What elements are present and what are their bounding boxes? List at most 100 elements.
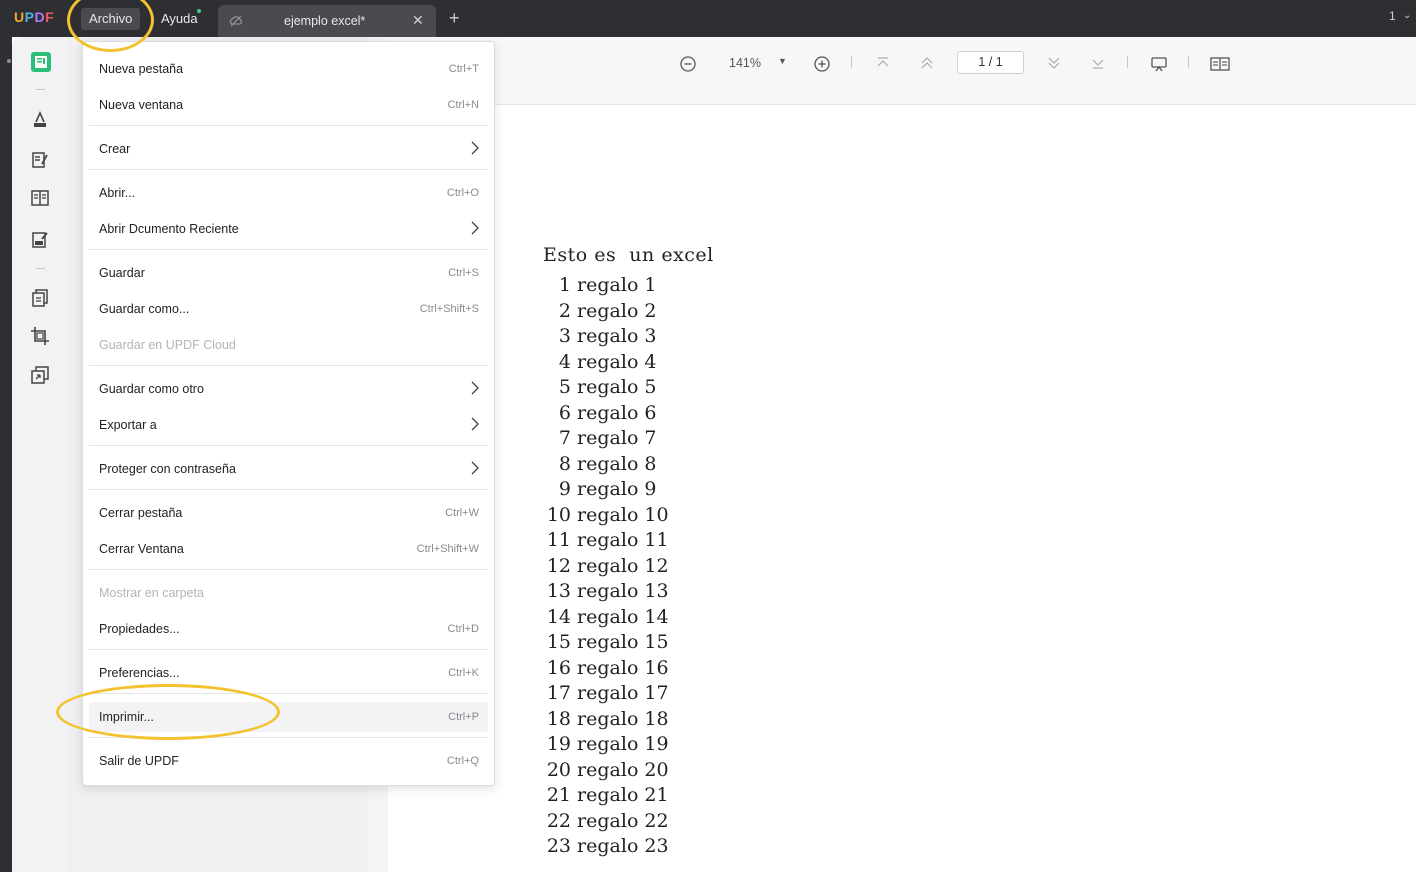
menu-item-abrir-dcumento-reciente[interactable]: Abrir Dcumento Reciente <box>89 214 488 244</box>
row-number: 16 <box>546 656 571 679</box>
chevron-down-icon[interactable]: ⌄ <box>1403 10 1411 21</box>
menu-item-nueva-ventana[interactable]: Nueva ventana Ctrl+N <box>89 90 488 120</box>
crop-icon[interactable] <box>30 326 50 346</box>
reader-icon[interactable] <box>30 51 51 72</box>
row-number: 23 <box>546 835 571 857</box>
menu-item-label: Guardar como otro <box>99 382 204 396</box>
row-text: regalo 9 <box>577 478 657 500</box>
next-page-icon[interactable] <box>1046 55 1062 74</box>
row-number: 11 <box>546 529 571 551</box>
menu-item-cerrar-ventana[interactable]: Cerrar Ventana Ctrl+Shift+W <box>89 534 488 564</box>
menu-separator <box>89 569 488 570</box>
comment-icon[interactable] <box>30 110 50 130</box>
cloud-off-icon <box>228 13 244 29</box>
menu-item-label: Guardar <box>99 266 145 280</box>
compress-icon[interactable] <box>30 365 50 385</box>
chevron-right-icon <box>470 220 480 236</box>
row-text: regalo 15 <box>577 631 669 653</box>
close-tab-icon[interactable]: ✕ <box>412 12 424 29</box>
menu-item-label: Abrir... <box>99 186 136 200</box>
page-number-field[interactable]: 1 / 1 <box>957 51 1024 74</box>
menu-item-proteger-con-contrasena[interactable]: Proteger con contraseña <box>89 454 488 484</box>
menu-item-shortcut: Ctrl+O <box>446 187 479 199</box>
row-number: 20 <box>546 758 571 781</box>
menu-item-label: Cerrar Ventana <box>99 542 184 556</box>
document-row: 22 regalo 22 <box>533 810 669 832</box>
row-text: regalo 18 <box>577 707 669 730</box>
organize-icon[interactable] <box>30 188 50 208</box>
menu-separator <box>89 445 488 446</box>
document-tab[interactable]: ejemplo excel* ✕ <box>218 5 436 37</box>
document-page: Esto es un excel 1 regalo 12 regalo 23 r… <box>388 106 1416 872</box>
title-bar: UPDF Archivo Ayuda ejemplo excel* ✕ + 1 … <box>0 0 1416 37</box>
presentation-icon[interactable] <box>1150 55 1168 76</box>
collapse-handle[interactable] <box>7 59 11 63</box>
row-number: 15 <box>546 631 571 653</box>
sidebar-divider <box>36 268 45 269</box>
zoom-dropdown-icon[interactable]: ▼ <box>778 56 787 66</box>
row-text: regalo 12 <box>577 554 669 577</box>
menu-item-propiedades[interactable]: Propiedades... Ctrl+D <box>89 614 488 644</box>
app-logo: UPDF <box>14 9 55 25</box>
menu-item-label: Guardar como... <box>99 302 190 316</box>
menu-item-shortcut: Ctrl+N <box>447 99 479 111</box>
row-text: regalo 16 <box>577 656 669 679</box>
row-number: 21 <box>546 784 571 806</box>
document-row: 4 regalo 4 <box>533 351 657 373</box>
document-row: 16 regalo 16 <box>533 657 669 679</box>
row-text: regalo 2 <box>577 299 657 322</box>
row-text: regalo 22 <box>577 809 669 832</box>
row-number: 7 <box>558 427 571 449</box>
row-text: regalo 7 <box>577 427 657 449</box>
form-icon[interactable] <box>30 230 50 250</box>
menu-separator <box>89 693 488 694</box>
first-page-icon[interactable] <box>875 55 891 74</box>
menu-item-shortcut: Ctrl+Q <box>446 755 479 767</box>
menu-item-abrir[interactable]: Abrir... Ctrl+O <box>89 178 488 208</box>
row-number: 8 <box>558 452 571 475</box>
menu-archivo[interactable]: Archivo <box>81 8 141 30</box>
zoom-level[interactable]: 141% <box>729 56 761 70</box>
document-row: 6 regalo 6 <box>533 402 657 424</box>
row-text: regalo 5 <box>577 376 657 398</box>
last-page-icon[interactable] <box>1090 55 1106 74</box>
edit-icon[interactable] <box>30 150 50 170</box>
new-tab-icon[interactable]: + <box>449 8 460 28</box>
zoom-in-icon[interactable] <box>813 55 831 76</box>
zoom-out-icon[interactable] <box>679 55 697 76</box>
menu-item-salir-de-updf[interactable]: Salir de UPDF Ctrl+Q <box>89 746 488 776</box>
page-layout-icon[interactable] <box>1210 55 1230 76</box>
tool-sidebar <box>12 37 68 872</box>
menu-item-label: Cerrar pestaña <box>99 506 183 520</box>
document-row: 23 regalo 23 <box>533 835 669 857</box>
menu-item-preferencias[interactable]: Preferencias... Ctrl+K <box>89 658 488 688</box>
menu-item-label: Crear <box>99 142 131 156</box>
row-text: regalo 10 <box>577 503 669 526</box>
menu-separator <box>89 249 488 250</box>
menu-item-exportar-a[interactable]: Exportar a <box>89 410 488 440</box>
document-row: 13 regalo 13 <box>533 580 669 602</box>
menu-item-guardar-como-otro[interactable]: Guardar como otro <box>89 374 488 404</box>
menu-item-label: Propiedades... <box>99 622 180 636</box>
chevron-right-icon <box>470 380 480 396</box>
menu-item-guardar-como[interactable]: Guardar como... Ctrl+Shift+S <box>89 294 488 324</box>
menu-item-shortcut: Ctrl+Shift+W <box>416 543 479 555</box>
menu-item-nueva-pestana[interactable]: Nueva pestaña Ctrl+T <box>89 54 488 84</box>
chevron-right-icon <box>470 460 480 476</box>
menu-item-crear[interactable]: Crear <box>89 134 488 164</box>
menu-item-shortcut: Ctrl+S <box>448 267 479 279</box>
row-text: regalo 21 <box>577 784 669 806</box>
sidebar-divider <box>36 89 45 90</box>
menu-item-cerrar-pestana[interactable]: Cerrar pestaña Ctrl+W <box>89 498 488 528</box>
menu-item-label: Mostrar en carpeta <box>99 586 204 600</box>
menu-item-guardar[interactable]: Guardar Ctrl+S <box>89 258 488 288</box>
document-row: 10 regalo 10 <box>533 504 669 526</box>
row-number: 10 <box>546 503 571 526</box>
document-row: 11 regalo 11 <box>533 529 669 551</box>
menu-item-guardar-en-updf-cloud: Guardar en UPDF Cloud <box>89 330 488 360</box>
menu-item-imprimir[interactable]: Imprimir... Ctrl+P <box>89 702 488 732</box>
menu-item-label: Imprimir... <box>99 710 154 724</box>
prev-page-icon[interactable] <box>919 55 935 74</box>
chevron-right-icon <box>470 416 480 432</box>
pages-icon[interactable] <box>30 288 50 308</box>
